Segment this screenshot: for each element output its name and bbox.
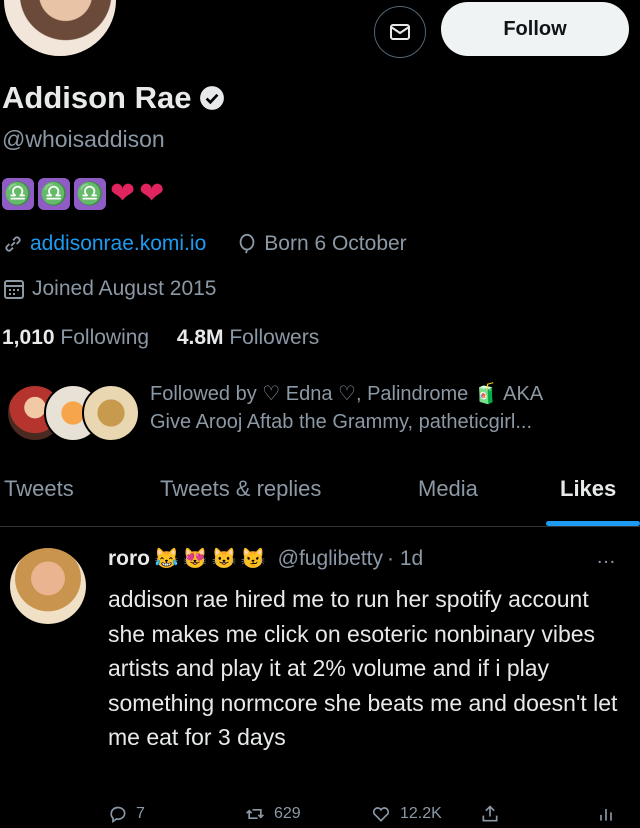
profile-avatar[interactable]: [0, 0, 120, 60]
emoji: 😺: [211, 548, 237, 570]
reply-button[interactable]: 7: [108, 804, 145, 824]
libra-emoji: ♎: [74, 178, 106, 210]
birthday-text: Born 6 October: [264, 232, 407, 255]
follow-button[interactable]: Follow: [441, 2, 629, 56]
tweet-actions: 7 629 12.2K: [108, 800, 638, 828]
profile-tabs: Tweets Tweets & replies Media Likes: [0, 466, 640, 527]
retweet-icon: [246, 809, 264, 819]
balloon-icon: [239, 233, 255, 254]
libra-emoji: ♎: [2, 178, 34, 210]
tab-tweets[interactable]: Tweets: [4, 476, 74, 502]
website-link[interactable]: addisonrae.komi.io: [30, 232, 206, 256]
verified-badge-icon: [200, 86, 225, 110]
analytics-button[interactable]: [596, 804, 616, 824]
tweet-text: addison rae hired me to run her spotify …: [108, 586, 618, 750]
analytics-icon: [600, 809, 612, 821]
follow-stats: 1,010 Following 4.8M Followers: [2, 326, 319, 350]
retweet-count: 629: [274, 805, 301, 822]
tweet-header: roro 😹 😻 😺 😼 @fuglibetty · 1d: [108, 546, 423, 571]
reply-icon: [110, 806, 126, 824]
tab-likes[interactable]: Likes: [560, 476, 616, 502]
link-icon: [5, 236, 21, 252]
heart-emoji: ❤: [139, 177, 165, 210]
more-options-icon[interactable]: …: [596, 546, 616, 569]
profile-name: Addison Rae: [2, 80, 192, 115]
libra-emoji: ♎: [38, 178, 70, 210]
tweet-author-avatar[interactable]: [10, 548, 86, 624]
heart-emoji: ❤: [110, 177, 136, 210]
tweet-author-handle[interactable]: @fuglibetty: [278, 547, 383, 571]
emoji: 😼: [240, 548, 266, 570]
follower-avatar: [82, 384, 140, 442]
profile-name-row: Addison Rae: [2, 80, 225, 116]
emoji: 😹: [154, 548, 179, 570]
emoji: 😻: [182, 548, 208, 570]
joined-row: Joined August 2015: [2, 277, 217, 301]
share-button[interactable]: [480, 804, 500, 824]
calendar-icon: [4, 280, 24, 299]
mail-icon: [390, 24, 410, 40]
followed-by-avatars[interactable]: [6, 384, 140, 442]
heart-icon: [372, 807, 390, 822]
tweet-time[interactable]: · 1d: [387, 547, 423, 571]
following-stat[interactable]: 1,010 Following: [2, 326, 149, 349]
profile-handle: @whoisaddison: [2, 126, 165, 152]
active-tab-indicator: [546, 521, 640, 526]
followed-by-text[interactable]: Followed by ♡ Edna ♡, Palindrome 🧃 AKA G…: [150, 380, 635, 436]
like-count: 12.2K: [400, 805, 442, 822]
profile-bio: ♎ ♎ ♎ ❤ ❤: [2, 178, 164, 210]
tweet-author-name[interactable]: roro: [108, 547, 150, 571]
share-icon: [482, 805, 498, 822]
message-button[interactable]: [374, 6, 426, 58]
reply-count: 7: [136, 805, 145, 822]
tab-media[interactable]: Media: [418, 476, 478, 502]
tab-tweets-and-replies[interactable]: Tweets & replies: [160, 476, 321, 502]
profile-meta-row: addisonrae.komi.io Born 6 October: [2, 232, 407, 256]
retweet-button[interactable]: 629: [244, 804, 301, 824]
like-button[interactable]: 12.2K: [370, 804, 442, 824]
joined-text: Joined August 2015: [32, 277, 217, 300]
followers-stat[interactable]: 4.8M Followers: [177, 326, 319, 349]
